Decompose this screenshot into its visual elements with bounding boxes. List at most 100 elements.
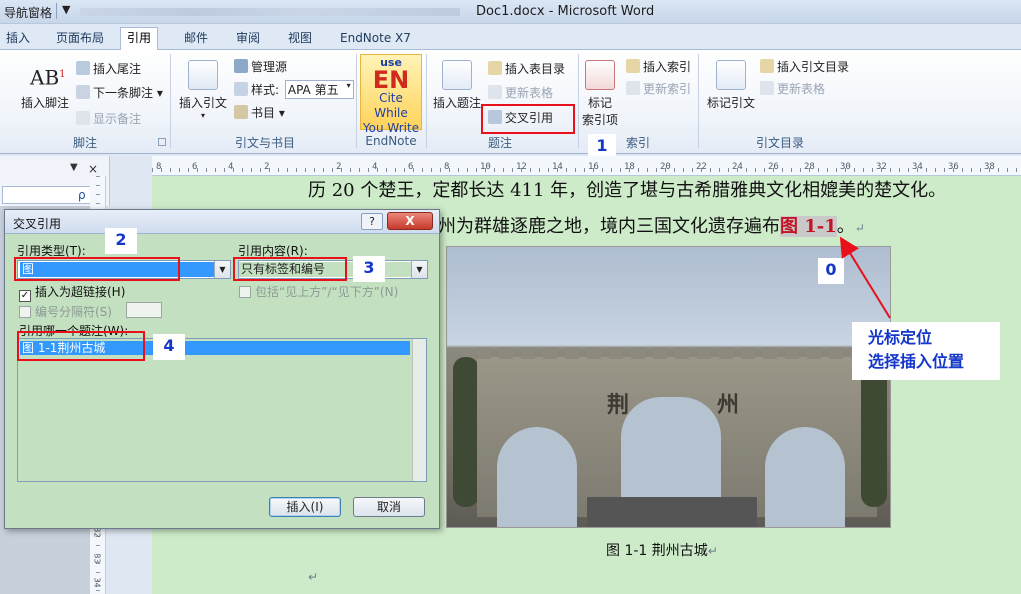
footnotes-dialog-launcher-icon[interactable] <box>158 138 166 146</box>
ruler-tick: 4 <box>228 162 234 172</box>
tab-mailings[interactable]: 邮件 <box>178 28 214 50</box>
tab-page-layout[interactable]: 页面布局 <box>50 28 110 50</box>
insert-button[interactable]: 插入(I) <box>269 497 341 517</box>
insert-endnote-button[interactable]: 插入尾注 <box>76 60 141 77</box>
insert-caption-button[interactable]: 插入题注 <box>430 60 484 111</box>
mark-citation-button[interactable]: 标记引文 <box>704 60 758 111</box>
update-toa-label: 更新表格 <box>777 82 826 96</box>
chevron-down-icon[interactable]: ▼ <box>214 261 230 278</box>
caption-paragraph-mark: ↵ <box>707 544 718 558</box>
checkbox-icon[interactable] <box>239 286 251 298</box>
tab-view[interactable]: 视图 <box>282 28 318 50</box>
ruler-tick: 34 <box>912 162 923 172</box>
insert-caption-icon <box>442 60 472 90</box>
manage-sources-button[interactable]: 管理源 <box>234 58 287 75</box>
style-selector[interactable]: 样式: APA 第五 ▾ <box>234 80 354 99</box>
group-separator <box>426 54 427 148</box>
dialog-title-bar[interactable]: 交叉引用 ? X <box>5 210 439 234</box>
separate-numbers-checkbox[interactable]: 编号分隔符(S) <box>19 303 112 320</box>
ruler-tick: 26 <box>768 162 779 172</box>
highlight-caption-item <box>17 331 145 361</box>
cancel-button[interactable]: 取消 <box>353 497 425 517</box>
marker-3: 3 <box>353 256 385 282</box>
highlight-reference-type <box>14 257 180 281</box>
photo-arch-left <box>497 427 577 527</box>
update-index-icon <box>626 81 640 95</box>
insert-index-button[interactable]: 插入索引 <box>626 58 691 75</box>
figure-reference[interactable]: 图 1-1 <box>780 216 837 237</box>
chevron-down-icon[interactable]: ▼ <box>411 261 427 278</box>
figure-caption: 图 1-1 荆州古城↵ <box>606 540 718 560</box>
tab-references[interactable]: 引用 <box>120 27 159 51</box>
bibliography-icon <box>234 105 248 119</box>
insert-toa-button[interactable]: 插入引文目录 <box>760 58 849 75</box>
group-label-endnote: EndNote <box>365 134 417 148</box>
marker-0: 0 <box>818 258 844 284</box>
style-dropdown[interactable]: APA 第五 ▾ <box>284 80 354 99</box>
style-value: APA 第五 <box>287 83 339 97</box>
tab-endnote[interactable]: EndNote X7 <box>334 28 417 50</box>
update-table-button[interactable]: 更新表格 <box>488 84 553 101</box>
close-icon[interactable]: X <box>387 212 433 230</box>
insert-citation-button[interactable]: 插入引文 ▾ <box>176 60 230 120</box>
show-notes-button[interactable]: 显示备注 <box>76 110 141 127</box>
include-above-below-checkbox[interactable]: 包括“见上方”/“见下方”(N) <box>239 283 398 300</box>
insert-citation-icon <box>188 60 218 90</box>
show-notes-icon <box>76 111 90 125</box>
endnote-cite-while-you-write[interactable]: use EN Cite While You Write <box>360 54 422 135</box>
insert-toa-icon <box>760 59 774 73</box>
nav-pane-close-icon[interactable]: × <box>88 162 98 176</box>
ruler-tick: 22 <box>696 162 707 172</box>
list-scrollbar[interactable] <box>412 339 426 481</box>
insert-hyperlink-label: 插入为超链接(H) <box>35 285 126 299</box>
insert-table-of-figures-button[interactable]: 插入表目录 <box>488 60 565 77</box>
group-label-citations: 引文与书目 <box>234 136 295 150</box>
checkbox-checked-icon[interactable]: ✓ <box>19 290 31 302</box>
nav-pane-dropdown-icon[interactable]: ▼ <box>70 162 78 173</box>
quick-access-dropdown-icon[interactable]: ▼ <box>62 3 70 16</box>
ruler-tick: 10 <box>480 162 491 172</box>
figure-photo[interactable]: 荆 州 <box>446 246 891 528</box>
insert-footnote-button[interactable]: AB1 插入脚注 <box>18 60 72 111</box>
bibliography-button[interactable]: 书目 ▾ <box>234 104 285 121</box>
help-icon[interactable]: ? <box>361 213 383 230</box>
nav-pane-title: 导航窗格 <box>4 6 53 20</box>
group-label-captions: 题注 <box>487 136 512 150</box>
ribbon: AB1 插入脚注 插入尾注 下一条脚注 ▾ 显示备注 脚注 插入引文 ▾ 管理源… <box>0 50 1021 154</box>
ruler-tick: 2 <box>264 162 270 172</box>
group-separator <box>356 54 357 148</box>
update-toa-button[interactable]: 更新表格 <box>760 80 825 97</box>
update-index-label: 更新索引 <box>643 82 692 96</box>
update-table-label: 更新表格 <box>505 86 554 100</box>
manage-sources-label: 管理源 <box>251 60 288 74</box>
ruler-tick: 14 <box>552 162 563 172</box>
insert-table-of-figures-label: 插入表目录 <box>505 62 566 76</box>
checkbox-icon[interactable] <box>19 306 31 318</box>
tab-review[interactable]: 审阅 <box>230 28 266 50</box>
mark-citation-icon <box>716 60 746 90</box>
next-footnote-button[interactable]: 下一条脚注 ▾ <box>76 84 163 101</box>
horizontal-ruler: 8 6 4 2 2 4 6 8 10 12 14 16 18 20 22 24 26 28 30 32 34 36 38 <box>152 156 1021 176</box>
vruler-tick: 34 <box>92 577 102 588</box>
ruler-tick: 32 <box>876 162 887 172</box>
group-label-toa: 引文目录 <box>755 136 804 150</box>
trailing-paragraph-mark: ↵ <box>308 570 319 584</box>
search-icon[interactable]: ρ <box>78 188 86 202</box>
separator-input[interactable] <box>126 302 162 318</box>
group-label-index: 索引 <box>625 136 650 150</box>
ruler-tick: 2 <box>336 162 342 172</box>
insert-hyperlink-checkbox[interactable]: ✓ 插入为超链接(H) <box>19 283 125 302</box>
update-index-button[interactable]: 更新索引 <box>626 80 691 97</box>
mark-citation-label: 标记引文 <box>706 96 755 110</box>
ruler-tick: 24 <box>732 162 743 172</box>
group-separator <box>170 54 171 148</box>
dialog-title: 交叉引用 <box>13 217 62 231</box>
insert-index-icon <box>626 59 640 73</box>
cross-reference-dialog: 交叉引用 ? X 引用类型(T): 图 ▼ 引用内容(R): 只有标签和编号 ▼… <box>4 209 440 529</box>
mark-entry-button[interactable]: 标记 索引项 <box>578 60 622 128</box>
tab-insert[interactable]: 插入 <box>0 28 36 50</box>
photo-battlement <box>477 347 877 359</box>
insert-caption-label: 插入题注 <box>432 96 481 110</box>
vruler-tick: 33 <box>92 553 102 564</box>
style-icon <box>234 82 248 96</box>
